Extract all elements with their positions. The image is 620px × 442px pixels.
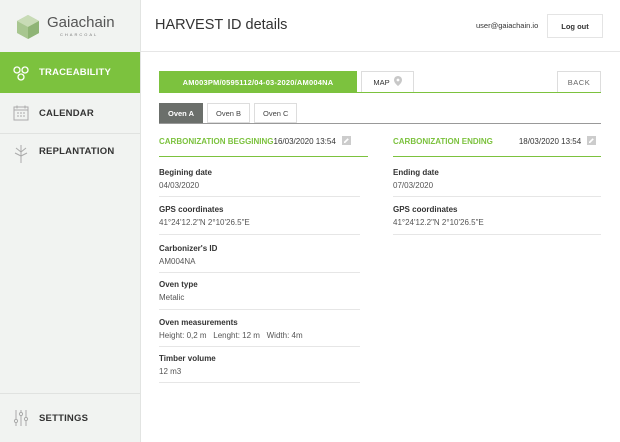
sidebar-item-traceability[interactable]: TRACEABILITY: [0, 52, 140, 93]
field-value: 07/03/2020: [393, 181, 434, 190]
edit-icon[interactable]: [341, 136, 351, 145]
gaiachain-logo-icon: [17, 15, 39, 39]
field-ending-date: Ending date 07/03/2020: [393, 168, 601, 197]
tree-icon: [13, 145, 29, 163]
sidebar-item-settings[interactable]: SETTINGS: [0, 398, 140, 438]
section-datetime: 16/03/2020 13:54: [273, 137, 336, 146]
brand-name: Gaiachain: [47, 14, 115, 31]
field-timber-volume: Timber volume 12 m3: [159, 354, 360, 383]
id-bar-underline: [159, 92, 601, 93]
field-label: Ending date: [393, 168, 439, 177]
field-value: 12 m3: [159, 367, 182, 376]
map-button-label: MAP: [373, 77, 390, 87]
carbonization-end-header: CARBONIZATION ENDING 18/03/2020 13:54: [393, 136, 601, 157]
section-title: CARBONIZATION BEGGINING: [159, 137, 274, 146]
sidebar-divider: [0, 393, 140, 394]
field-value: AM004NA: [159, 257, 196, 266]
field-gps-coordinates: GPS coordinates 41°24'12.2"N 2°10'26.5"E: [393, 205, 601, 235]
field-gps-coordinates: GPS coordinates 41°24'12.2"N 2°10'26.5"E: [159, 205, 360, 235]
sidebar-item-calendar[interactable]: CALENDAR: [0, 93, 140, 134]
tabs-divider: [159, 123, 601, 124]
header: HARVEST ID details user@gaiachain.io Log…: [141, 0, 620, 52]
field-value: Height: 0,2 m Lenght: 12 m Width: 4m: [159, 331, 303, 340]
edit-icon[interactable]: [587, 136, 597, 145]
sidebar-item-label: TRACEABILITY: [39, 67, 112, 78]
field-label: Oven measurements: [159, 318, 238, 327]
field-label: Oven type: [159, 280, 198, 289]
sidebar-item-replantation[interactable]: REPLANTATION: [0, 134, 140, 178]
sliders-icon: [13, 410, 29, 426]
page-title: HARVEST ID details: [155, 17, 288, 33]
tab-oven-a[interactable]: Oven A: [159, 103, 203, 123]
field-value: 41°24'12.2"N 2°10'26.5"E: [159, 218, 250, 227]
oven-tabs: Oven A Oven B Oven C: [159, 103, 298, 123]
sidebar-item-label: REPLANTATION: [39, 146, 115, 157]
field-begining-date: Begining date 04/03/2020: [159, 168, 360, 197]
field-oven-measurements: Oven measurements Height: 0,2 m Lenght: …: [159, 318, 360, 347]
brand-subtitle: CHARCOAL: [60, 32, 99, 37]
brand-logo[interactable]: Gaiachain CHARCOAL: [0, 0, 140, 52]
field-label: GPS coordinates: [159, 205, 224, 214]
map-pin-icon: [393, 76, 402, 88]
logout-button[interactable]: Log out: [547, 14, 603, 38]
field-label: Timber volume: [159, 354, 216, 363]
sidebar-item-label: CALENDAR: [39, 107, 94, 119]
tab-oven-b[interactable]: Oven B: [206, 103, 250, 123]
carbonization-begin-header: CARBONIZATION BEGGINING 16/03/2020 13:54: [159, 136, 368, 157]
field-oven-type: Oven type Metalic: [159, 280, 360, 310]
field-value: 04/03/2020: [159, 181, 200, 190]
field-value: Metalic: [159, 293, 185, 302]
calendar-icon: [13, 105, 29, 121]
back-button[interactable]: BACK: [557, 71, 601, 93]
traceability-icon: [13, 65, 29, 81]
section-datetime: 18/03/2020 13:54: [518, 137, 582, 146]
user-email: user@gaiachain.io: [476, 21, 539, 30]
field-carbonizer-id: Carbonizer's ID AM004NA: [159, 244, 360, 273]
sidebar-item-label: SETTINGS: [39, 412, 89, 424]
map-button[interactable]: MAP: [361, 71, 414, 93]
field-label: Begining date: [159, 168, 212, 177]
section-title: CARBONIZATION ENDING: [393, 137, 493, 146]
tab-oven-c[interactable]: Oven C: [254, 103, 298, 123]
field-label: GPS coordinates: [393, 205, 458, 214]
sidebar: Gaiachain CHARCOAL TRACEABILITY CALENDAR: [0, 0, 141, 442]
field-value: 41°24'12.2"N 2°10'26.5"E: [393, 218, 484, 227]
harvest-id-badge[interactable]: AM003PM/0595112/04-03-2020/AM004NA: [159, 71, 357, 93]
field-label: Carbonizer's ID: [159, 244, 218, 253]
